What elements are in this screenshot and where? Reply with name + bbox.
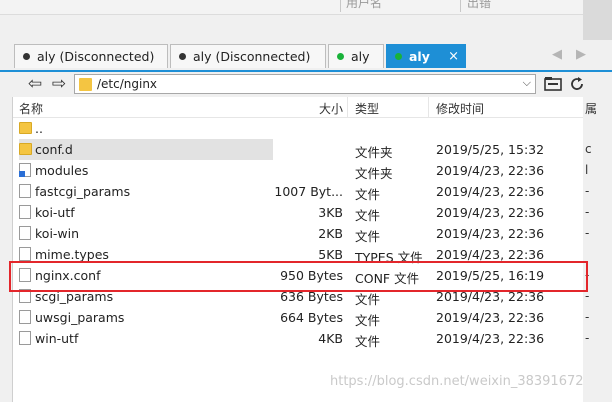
session-tab-bar: aly (Disconnected) aly (Disconnected) al… [0, 40, 612, 72]
header-col-time[interactable]: 出错 [467, 0, 491, 11]
file-list: 名称 大小 类型 修改时间 .. conf.d 文件夹 2019/5/25, 15:3… [12, 97, 584, 402]
file-type: 文件夹 [355, 166, 393, 181]
file-size: 664 Bytes [280, 310, 343, 325]
tab-scroll-left-icon[interactable]: ◀ [552, 47, 562, 62]
file-name: .. [35, 121, 43, 136]
column-type[interactable]: 类型 [355, 100, 379, 117]
folder-icon [19, 122, 32, 134]
connected-status-icon [337, 53, 344, 60]
file-attributes: - [585, 226, 590, 240]
file-modified: 2019/5/25, 15:32 [436, 142, 545, 157]
file-icon [19, 247, 31, 261]
file-icon [19, 205, 31, 219]
file-name: uwsgi_params [35, 310, 125, 325]
file-row[interactable]: uwsgi_params 664 Bytes 文件 2019/4/23, 22:36 [13, 307, 584, 328]
connected-status-icon [395, 53, 402, 60]
file-attributes: c [585, 142, 592, 156]
tab-session-1[interactable]: aly (Disconnected) [14, 44, 168, 68]
tab-session-3[interactable]: aly [328, 44, 384, 68]
file-row[interactable]: koi-utf 3KB 文件 2019/4/23, 22:36 [13, 202, 584, 223]
file-icon [19, 310, 31, 324]
address-toolbar: ⇦ ⇨ /etc/nginx ⌵ [0, 72, 612, 98]
column-separator[interactable] [428, 97, 429, 117]
tab-session-2[interactable]: aly (Disconnected) [170, 44, 326, 68]
folder-link-icon [19, 163, 31, 177]
header-separator [460, 0, 461, 12]
file-attributes: - [585, 331, 590, 345]
forward-arrow-icon[interactable]: ⇨ [50, 75, 68, 93]
file-modified: 2019/4/23, 22:36 [436, 205, 545, 220]
tab-label: aly (Disconnected) [37, 49, 155, 64]
file-row[interactable]: fastcgi_params 1007 Byt... 文件 2019/4/23, 22… [13, 181, 584, 202]
file-attributes: l [585, 163, 589, 177]
file-icon [19, 184, 31, 198]
file-icon [19, 226, 31, 240]
disconnected-status-icon [179, 53, 186, 60]
file-type: 文件 [355, 229, 381, 244]
file-modified: 2019/4/23, 22:36 [436, 184, 545, 199]
tab-session-active[interactable]: aly × [386, 44, 466, 68]
column-separator[interactable] [347, 97, 348, 117]
file-icon [19, 331, 31, 345]
refresh-icon[interactable] [568, 75, 586, 93]
file-name: win-utf [35, 331, 79, 346]
tab-label: aly [409, 49, 430, 64]
file-modified: 2019/4/23, 22:36 [436, 226, 545, 241]
file-row[interactable]: conf.d 文件夹 2019/5/25, 15:32 [13, 139, 584, 160]
file-attributes: - [585, 184, 590, 198]
column-attributes[interactable]: 属 [585, 100, 597, 117]
file-name: modules [35, 163, 89, 178]
file-size: 4KB [318, 331, 343, 346]
file-size: 1007 Byt... [274, 184, 343, 199]
column-size[interactable]: 大小 [319, 100, 343, 117]
column-name[interactable]: 名称 [19, 100, 43, 117]
current-path: /etc/nginx [97, 77, 158, 91]
back-arrow-icon[interactable]: ⇦ [26, 75, 44, 93]
top-panel-header: 用户名 出错 [0, 0, 612, 15]
file-size: 3KB [318, 205, 343, 220]
open-folder-icon[interactable] [544, 75, 562, 93]
close-tab-icon[interactable]: × [448, 49, 459, 64]
tab-label: aly [351, 49, 370, 64]
tab-scroll-right-icon[interactable]: ▶ [576, 47, 586, 62]
file-modified: 2019/4/23, 22:36 [436, 163, 545, 178]
file-row[interactable]: modules 文件夹 2019/4/23, 22:36 [13, 160, 584, 181]
file-attributes: - [585, 310, 590, 324]
file-row[interactable]: koi-win 2KB 文件 2019/4/23, 22:36 [13, 223, 584, 244]
file-size: 5KB [318, 247, 343, 262]
header-separator [340, 0, 341, 12]
file-name: koi-win [35, 226, 80, 241]
file-type: 文件 [355, 334, 381, 349]
file-type: 文件 [355, 313, 381, 328]
column-modified[interactable]: 修改时间 [436, 100, 484, 117]
file-modified: 2019/4/23, 22:36 [436, 331, 545, 346]
file-row[interactable]: win-utf 4KB 文件 2019/4/23, 22:36 [13, 328, 584, 349]
attributes-column: 属 cl------- [583, 97, 612, 402]
file-size: 2KB [318, 226, 343, 241]
top-right-panel [583, 0, 612, 40]
file-type: 文件夹 [355, 145, 393, 160]
file-name: conf.d [35, 142, 73, 157]
file-modified: 2019/4/23, 22:36 [436, 247, 545, 262]
disconnected-status-icon [23, 53, 30, 60]
highlight-box [9, 261, 588, 292]
header-col-user[interactable]: 用户名 [346, 0, 382, 11]
column-header-row: 名称 大小 类型 修改时间 [13, 97, 584, 118]
file-modified: 2019/4/23, 22:36 [436, 310, 545, 325]
watermark-text: https://blog.csdn.net/weixin_38391672 [330, 374, 584, 389]
path-dropdown-icon[interactable]: ⌵ [523, 76, 531, 90]
tab-label: aly (Disconnected) [193, 49, 311, 64]
file-name: mime.types [35, 247, 109, 262]
file-row[interactable]: .. [13, 118, 584, 139]
file-attributes: - [585, 205, 590, 219]
folder-icon [79, 78, 92, 91]
file-name: koi-utf [35, 205, 75, 220]
path-input[interactable]: /etc/nginx ⌵ [74, 74, 536, 94]
file-name: fastcgi_params [35, 184, 131, 199]
file-type: 文件 [355, 208, 381, 223]
folder-icon [19, 143, 32, 155]
file-type: 文件 [355, 187, 381, 202]
